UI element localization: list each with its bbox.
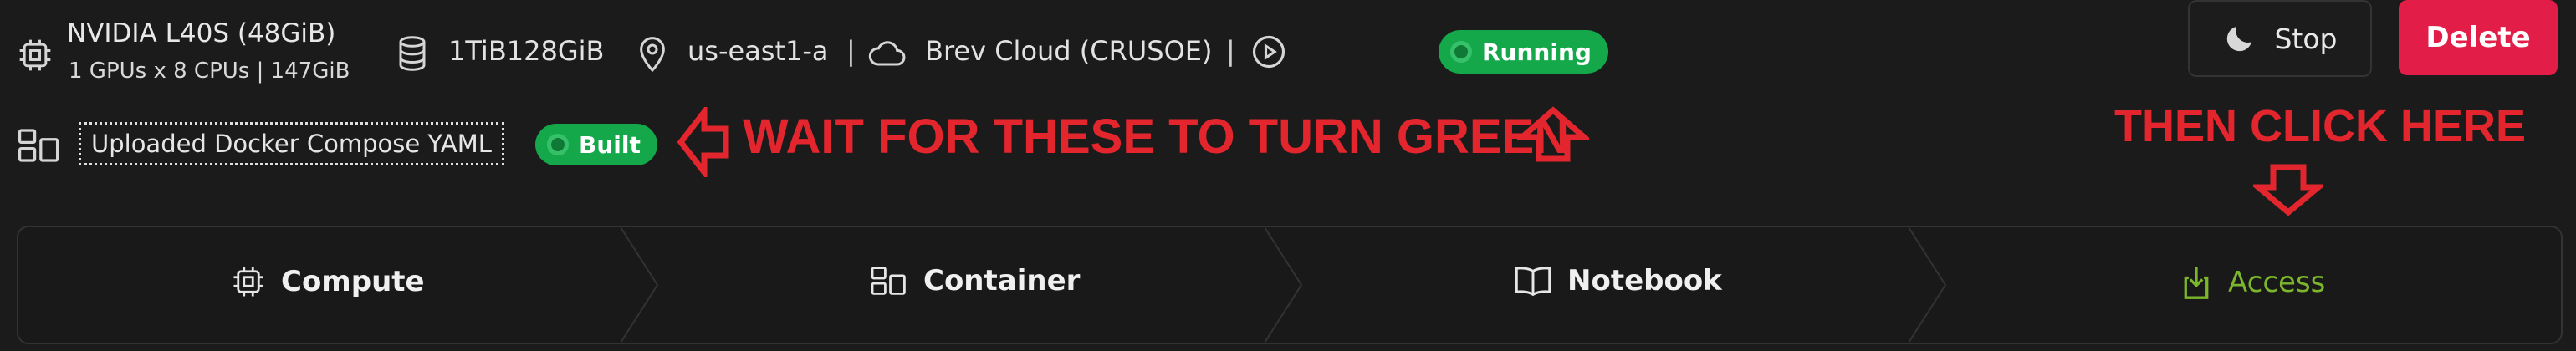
gpu-specs: 1 GPUs x 8 CPUs | 147GiB <box>69 58 350 84</box>
chip-icon <box>17 37 54 74</box>
region-value: us-east1-a <box>687 35 829 67</box>
delete-button[interactable]: Delete <box>2399 0 2558 75</box>
download-icon <box>2180 264 2213 301</box>
stop-button[interactable]: Stop <box>2188 0 2372 77</box>
moon-icon <box>2222 21 2257 56</box>
cloud-icon <box>866 35 908 69</box>
status-dot <box>1450 41 1472 63</box>
status-dot <box>547 134 569 155</box>
step-label: Notebook <box>1567 264 1722 298</box>
step-notebook[interactable]: Notebook <box>1514 264 1722 298</box>
location-pin-icon <box>636 33 669 74</box>
chip-icon <box>231 264 266 299</box>
container-icon <box>870 264 908 298</box>
step-container[interactable]: Container <box>870 264 1080 298</box>
instance-status-label: Running <box>1482 38 1592 66</box>
step-label: Compute <box>281 265 425 298</box>
provider-value: Brev Cloud (CRUSOE) <box>925 35 1213 67</box>
arrow-down-icon <box>2253 162 2323 217</box>
step-divider <box>1909 227 1947 343</box>
click-annotation: THEN CLICK HERE <box>2114 101 2527 151</box>
docker-compose-source[interactable]: Uploaded Docker Compose YAML <box>79 122 504 165</box>
arrow-up-icon <box>1517 105 1589 164</box>
instance-status-badge: Running <box>1439 30 1608 74</box>
workflow-stepper: Compute Container Notebook Access <box>17 226 2563 344</box>
book-icon <box>1514 264 1552 298</box>
stop-button-label: Stop <box>2274 22 2338 55</box>
build-status-label: Built <box>579 130 641 159</box>
database-icon <box>395 33 430 74</box>
step-label: Container <box>923 264 1081 298</box>
play-circle-icon[interactable] <box>1251 34 1286 69</box>
wait-annotation: WAIT FOR THESE TO TURN GREEN <box>743 109 1570 164</box>
storage-value: 1TiB128GiB <box>448 35 605 67</box>
step-label: Access <box>2228 266 2326 299</box>
arrow-left-icon <box>676 107 731 177</box>
delete-button-label: Delete <box>2425 21 2531 54</box>
container-icon <box>17 127 62 164</box>
gpu-name: NVIDIA L40S (48GiB) <box>67 18 336 48</box>
step-divider <box>621 227 659 343</box>
build-status-badge: Built <box>535 124 657 165</box>
separator: | <box>846 35 856 67</box>
step-compute[interactable]: Compute <box>231 264 425 299</box>
step-divider <box>1265 227 1303 343</box>
step-access[interactable]: Access <box>2180 264 2325 301</box>
separator: | <box>1226 35 1235 67</box>
